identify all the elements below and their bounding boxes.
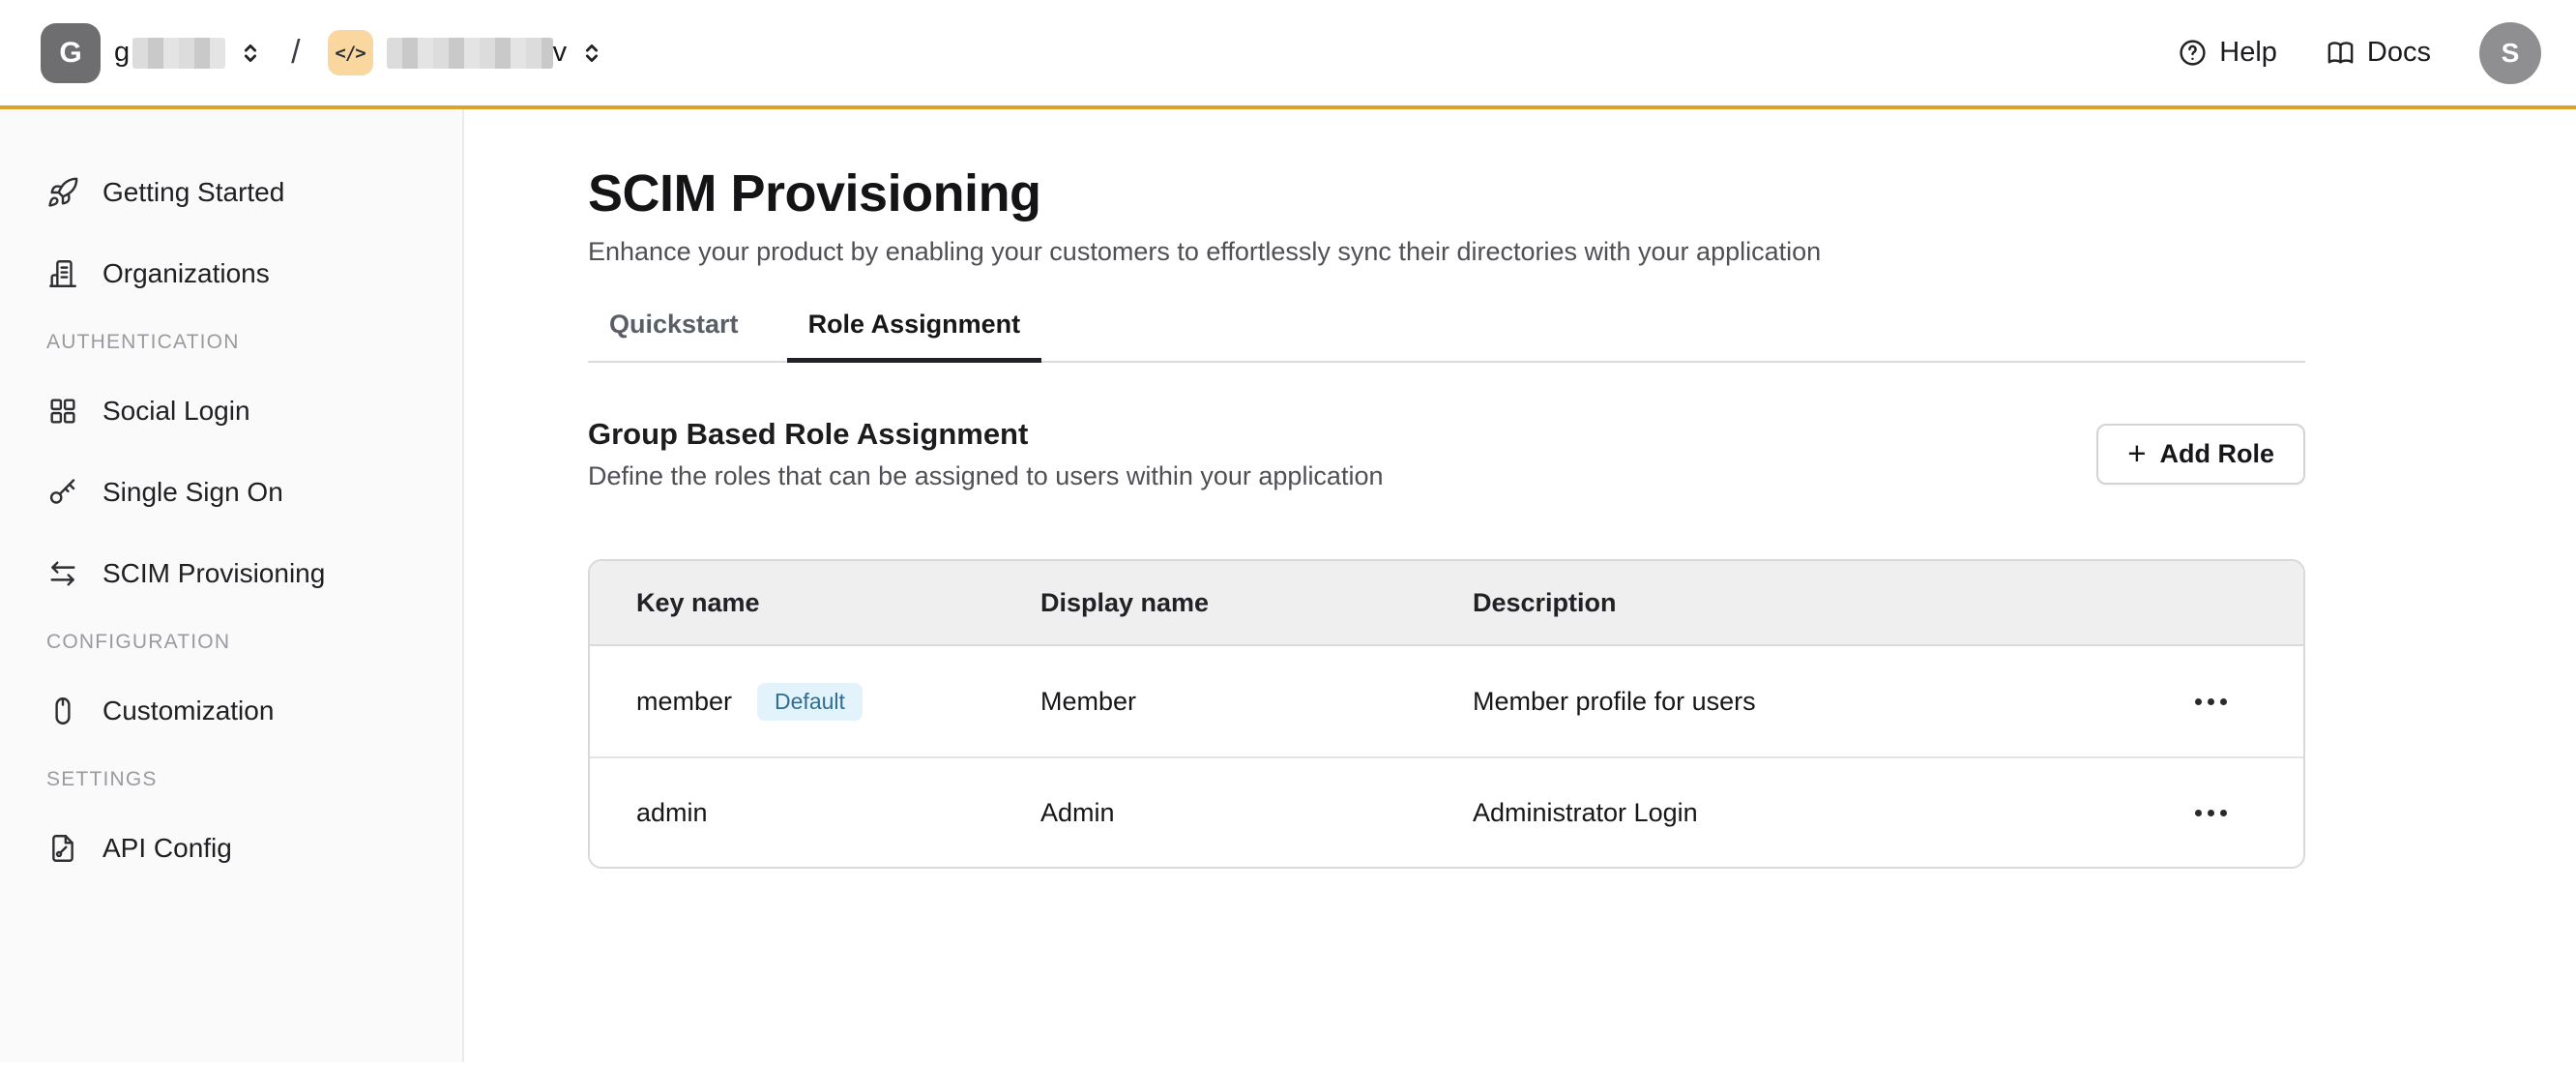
default-badge: Default [757, 683, 863, 721]
sidebar-item-label: Single Sign On [102, 477, 283, 508]
breadcrumb-separator: / [291, 34, 300, 72]
code-icon: </> [328, 30, 373, 75]
sidebar-item-label: API Config [102, 833, 232, 864]
section-heading: Group Based Role Assignment [588, 417, 1384, 452]
roles-table: Key name Display name Description member… [588, 559, 2305, 869]
rocket-icon [46, 176, 79, 209]
sidebar-item-single-sign-on[interactable]: Single Sign On [46, 465, 433, 519]
docs-label: Docs [2367, 37, 2431, 69]
section-header-text: Group Based Role Assignment Define the r… [588, 417, 1384, 491]
sidebar-item-scim-provisioning[interactable]: SCIM Provisioning [46, 547, 433, 601]
project-name: v [387, 37, 606, 69]
row-actions-menu-button[interactable] [2164, 798, 2257, 828]
sidebar-section-settings: SETTINGS [46, 767, 433, 792]
org-name-visible-text: g [114, 37, 130, 69]
sidebar-item-label: Customization [102, 696, 274, 726]
add-role-label: Add Role [2160, 439, 2275, 469]
user-avatar[interactable]: S [2479, 22, 2541, 84]
key-cell: member Default [636, 683, 1040, 721]
section-header-row: Group Based Role Assignment Define the r… [588, 417, 2305, 491]
table-row-admin: admin Admin Administrator Login [590, 756, 2303, 867]
file-api-icon [46, 832, 79, 865]
plus-icon: + [2127, 437, 2146, 469]
org-name: g [114, 37, 264, 69]
add-role-button[interactable]: + Add Role [2096, 424, 2305, 485]
help-circle-icon [2178, 38, 2208, 68]
column-header-key-name: Key name [636, 588, 1040, 618]
sidebar-item-organizations[interactable]: Organizations [46, 247, 433, 301]
column-header-display-name: Display name [1040, 588, 1473, 618]
topbar: G g / </> v Help Docs [0, 0, 2576, 109]
sidebar-item-customization[interactable]: Customization [46, 684, 433, 738]
org-logo: G [41, 23, 101, 83]
chevron-up-down-icon [237, 40, 264, 67]
sidebar-item-label: Getting Started [102, 177, 284, 208]
tab-role-assignment[interactable]: Role Assignment [787, 310, 1042, 361]
help-label: Help [2219, 37, 2277, 69]
sidebar-item-label: Social Login [102, 396, 250, 427]
project-switcher[interactable]: </> v [328, 30, 606, 75]
role-description: Member profile for users [1473, 687, 2164, 717]
role-display-name: Admin [1040, 798, 1473, 828]
docs-button[interactable]: Docs [2326, 37, 2431, 69]
sidebar-item-getting-started[interactable]: Getting Started [46, 165, 433, 220]
sidebar: Getting Started Organizations AUTHENTICA… [0, 109, 464, 1062]
role-display-name: Member [1040, 687, 1473, 717]
row-actions-menu-button[interactable] [2164, 687, 2257, 717]
transfer-arrows-icon [46, 557, 79, 590]
app-window: G g / </> v Help Docs [0, 0, 2576, 1066]
role-description: Administrator Login [1473, 798, 2164, 828]
project-name-visible-text: v [553, 37, 568, 69]
tab-bar: Quickstart Role Assignment [588, 310, 2305, 363]
page-subtitle: Enhance your product by enabling your cu… [588, 237, 2305, 267]
building-icon [46, 257, 79, 290]
page-title: SCIM Provisioning [588, 163, 2305, 223]
grid-icon [46, 395, 79, 428]
org-switcher[interactable]: G g [41, 23, 264, 83]
sidebar-section-configuration: CONFIGURATION [46, 630, 433, 655]
chevron-up-down-icon [578, 40, 605, 67]
sidebar-section-authentication: AUTHENTICATION [46, 330, 433, 355]
mouse-icon [46, 695, 79, 727]
role-key: admin [636, 798, 708, 828]
section-description: Define the roles that can be assigned to… [588, 461, 1384, 491]
table-row-member: member Default Member Member profile for… [590, 646, 2303, 756]
role-key: member [636, 687, 732, 717]
key-cell: admin [636, 798, 1040, 828]
project-name-redacted [387, 38, 553, 69]
table-header-row: Key name Display name Description [590, 561, 2303, 646]
sidebar-item-label: SCIM Provisioning [102, 558, 325, 589]
tab-quickstart[interactable]: Quickstart [588, 310, 760, 361]
book-icon [2326, 38, 2356, 68]
key-icon [46, 476, 79, 509]
main-content: SCIM Provisioning Enhance your product b… [464, 109, 2576, 1062]
sidebar-item-label: Organizations [102, 258, 270, 289]
topbar-actions: Help Docs S [2178, 22, 2541, 84]
column-header-description: Description [1473, 588, 2164, 618]
help-button[interactable]: Help [2178, 37, 2277, 69]
sidebar-item-api-config[interactable]: API Config [46, 821, 433, 875]
org-name-redacted [132, 38, 225, 69]
sidebar-item-social-login[interactable]: Social Login [46, 384, 433, 438]
